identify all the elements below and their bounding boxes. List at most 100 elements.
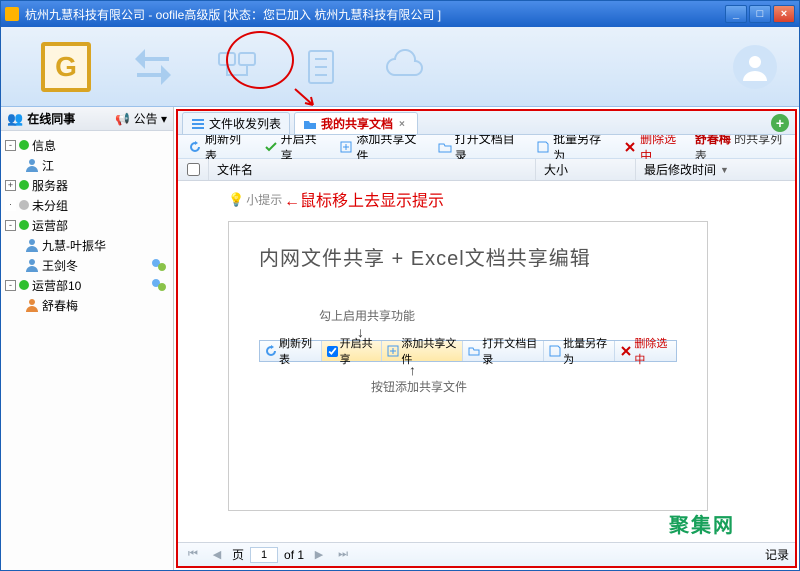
leaf-icon: ·	[5, 200, 16, 211]
first-page-button[interactable]: ⏮	[184, 546, 202, 564]
prev-page-button[interactable]: ◀	[208, 546, 226, 564]
add-file-icon	[387, 345, 399, 357]
page-total: of 1	[284, 548, 304, 562]
logo-icon: G	[41, 42, 91, 92]
sort-desc-icon: ▼	[720, 165, 729, 175]
main-toolbar: G 我的共享	[1, 27, 799, 107]
main-panel: 文件收发列表 我的共享文档 × + 刷新列表 开启共享 添加共享文件 打开文档目…	[176, 109, 797, 568]
col-size[interactable]: 大小	[535, 159, 635, 180]
status-dot-icon	[19, 140, 29, 150]
col-modified[interactable]: 最后修改时间▼	[635, 159, 795, 180]
titlebar: 杭州九慧科技有限公司 - oofile高级版 [状态：您已加入 杭州九慧科技有限…	[1, 1, 799, 27]
user-icon	[25, 298, 39, 312]
delete-button[interactable]: 删除选中	[619, 137, 689, 157]
grid-header: 文件名 大小 最后修改时间▼	[178, 159, 795, 181]
mini-toolbar: 刷新列表 开启共享 添加共享文件 打开文档目录 批量另存为 删除选中	[259, 340, 677, 362]
watermark: 聚集网	[669, 509, 735, 538]
next-page-button[interactable]: ▶	[310, 546, 328, 564]
select-all-checkbox[interactable]	[187, 163, 200, 176]
document-icon[interactable]	[299, 45, 343, 89]
app-icon	[5, 7, 19, 21]
tip-label[interactable]: 💡小提示	[228, 191, 282, 208]
bulb-icon: 💡	[228, 192, 244, 208]
mini-refresh-button[interactable]: 刷新列表	[260, 341, 322, 361]
tree-user[interactable]: 九慧-叶振华	[3, 235, 171, 255]
user-icon	[25, 238, 39, 252]
collapse-icon[interactable]: -	[5, 220, 16, 231]
sidebar-title: 在线同事	[27, 110, 75, 127]
saveas-button[interactable]: 批量另存为	[532, 137, 613, 157]
col-filename[interactable]: 文件名	[208, 159, 535, 180]
tree-user[interactable]: 王剑冬	[3, 255, 171, 275]
people-icon: 👥	[7, 111, 23, 127]
tab-my-share[interactable]: 我的共享文档 ×	[294, 112, 418, 134]
tree-group-server[interactable]: +服务器	[3, 175, 171, 195]
help-title: 内网文件共享 + Excel文档共享编辑	[259, 242, 677, 271]
tree-group-ops[interactable]: -运营部	[3, 215, 171, 235]
folder-share-icon	[303, 117, 317, 131]
tree-user[interactable]: 舒春梅	[3, 295, 171, 315]
add-file-button[interactable]: 添加共享文件	[335, 137, 427, 157]
status-dot-icon	[19, 200, 29, 210]
tab-close-icon[interactable]: ×	[399, 119, 409, 129]
mini-saveas-button[interactable]: 批量另存为	[544, 341, 615, 361]
tree-group-ungrouped[interactable]: ·未分组	[3, 195, 171, 215]
help-caption-1: 勾上启用共享功能	[319, 307, 677, 324]
delete-icon	[623, 140, 637, 154]
enable-checkbox[interactable]	[327, 346, 338, 357]
last-page-button[interactable]: ⏭	[334, 546, 352, 564]
save-icon	[549, 345, 561, 357]
mini-add-button[interactable]: 添加共享文件	[382, 341, 463, 361]
contact-tree: -信息 江 +服务器 ·未分组 -运营部 九慧-叶振华 王剑冬 -运营部10 舒…	[1, 131, 173, 570]
collapse-icon[interactable]: -	[5, 140, 16, 151]
transfer-icon[interactable]	[131, 45, 175, 89]
close-button[interactable]: ×	[773, 5, 795, 23]
refresh-icon	[265, 345, 277, 357]
mini-delete-button[interactable]: 删除选中	[615, 341, 676, 361]
check-icon	[264, 140, 278, 154]
user-icon	[25, 258, 39, 272]
sidebar: 👥 在线同事 📢 公告 ▾ -信息 江 +服务器 ·未分组 -运营部 九慧-叶振…	[1, 107, 174, 570]
tip-annotation: ←鼠标移上去显示提示	[284, 187, 444, 211]
sidebar-header: 👥 在线同事 📢 公告 ▾	[1, 107, 173, 131]
pager: ⏮ ◀ 页 of 1 ▶ ⏭ 记录	[178, 542, 795, 566]
page-label: 页	[232, 546, 244, 563]
tree-user[interactable]: 江	[3, 155, 171, 175]
cloud-icon[interactable]	[383, 45, 427, 89]
chat-icon[interactable]	[151, 278, 167, 292]
help-caption-2: 按钮添加共享文件	[371, 378, 677, 395]
maximize-button[interactable]: □	[749, 5, 771, 23]
delete-icon	[620, 345, 632, 357]
open-dir-button[interactable]: 打开文档目录	[434, 137, 526, 157]
save-icon	[536, 140, 550, 154]
refresh-icon	[188, 140, 202, 154]
minimize-button[interactable]: _	[725, 5, 747, 23]
tree-group-ops10[interactable]: -运营部10	[3, 275, 171, 295]
chat-icon[interactable]	[151, 258, 167, 272]
collapse-icon[interactable]: -	[5, 280, 16, 291]
help-panel: 内网文件共享 + Excel文档共享编辑 勾上启用共享功能 ↓ 刷新列表 开启共…	[228, 221, 708, 511]
user-avatar-icon[interactable]	[733, 45, 777, 89]
share-toolbar: 刷新列表 开启共享 添加共享文件 打开文档目录 批量另存为 删除选中 舒春梅 的…	[178, 135, 795, 159]
announce-icon[interactable]: 📢 公告 ▾	[115, 110, 167, 127]
annotation-circle	[226, 31, 294, 89]
records-label: 记录	[765, 546, 789, 563]
tab-file-transfer[interactable]: 文件收发列表	[182, 112, 290, 134]
user-icon	[25, 158, 39, 172]
list-icon	[191, 117, 205, 131]
status-dot-icon	[19, 280, 29, 290]
enable-share-button[interactable]: 开启共享	[260, 137, 330, 157]
mini-opendir-button[interactable]: 打开文档目录	[463, 341, 544, 361]
expand-icon[interactable]: +	[5, 180, 16, 191]
mini-enable-button[interactable]: 开启共享	[322, 341, 383, 361]
add-tab-button[interactable]: +	[771, 114, 789, 132]
tree-group-info[interactable]: -信息	[3, 135, 171, 155]
add-file-icon	[339, 140, 353, 154]
status-dot-icon	[19, 220, 29, 230]
page-input[interactable]	[250, 547, 278, 563]
refresh-button[interactable]: 刷新列表	[184, 137, 254, 157]
window-title: 杭州九慧科技有限公司 - oofile高级版 [状态：您已加入 杭州九慧科技有限…	[25, 6, 441, 23]
tab-bar: 文件收发列表 我的共享文档 × +	[178, 111, 795, 135]
status-dot-icon	[19, 180, 29, 190]
content-canvas: 💡小提示 ←鼠标移上去显示提示 内网文件共享 + Excel文档共享编辑 勾上启…	[178, 181, 795, 542]
